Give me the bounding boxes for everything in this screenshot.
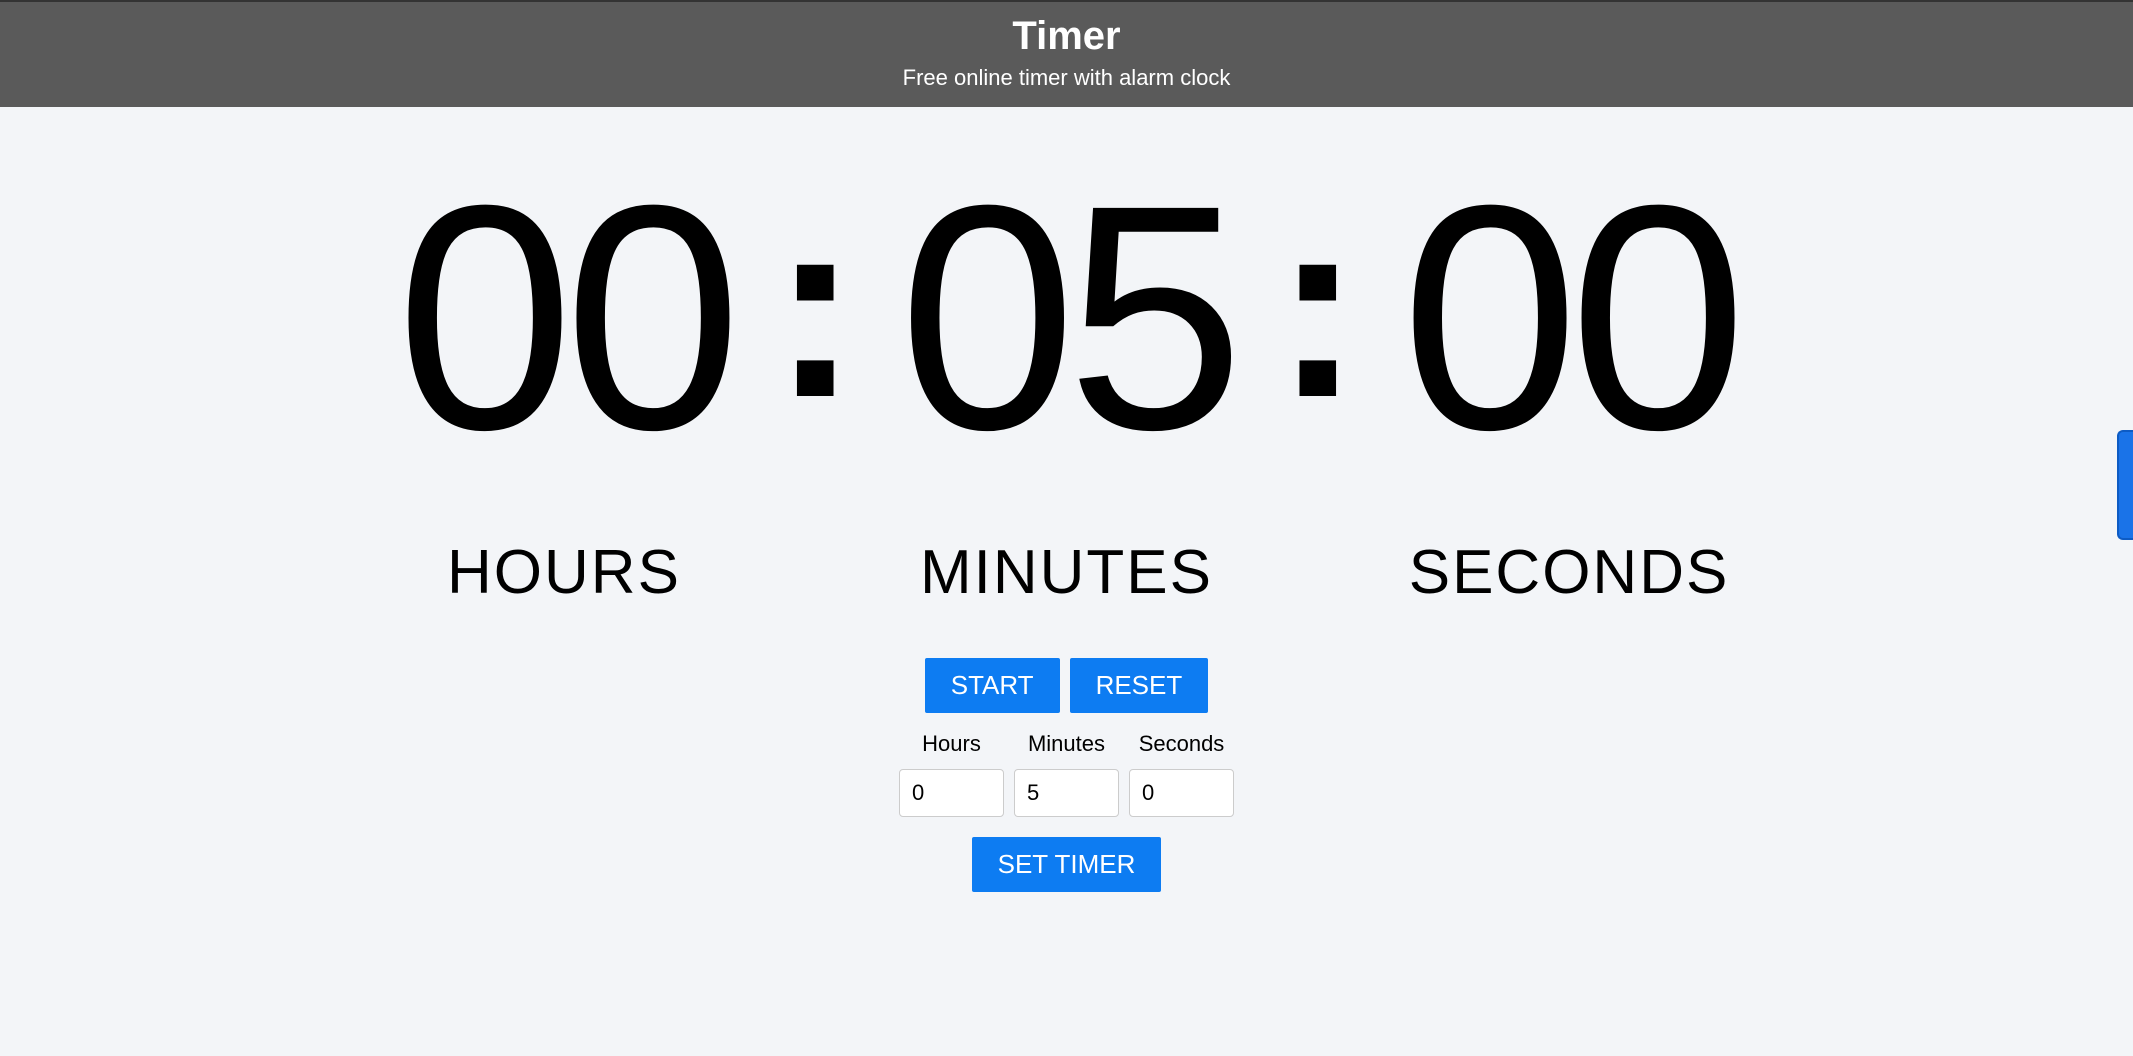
controls-panel: START RESET Hours Minutes Seconds SET TI… <box>0 658 2133 892</box>
button-row: START RESET <box>925 658 1209 713</box>
hours-value: 00 <box>396 157 732 477</box>
seconds-value: 00 <box>1401 157 1737 477</box>
minutes-value: 05 <box>899 157 1235 477</box>
seconds-input[interactable] <box>1129 769 1234 817</box>
header: Timer Free online timer with alarm clock <box>0 0 2133 107</box>
seconds-block: 00 SECONDS <box>1401 157 1737 608</box>
page-title: Timer <box>0 14 2133 59</box>
minutes-label: MINUTES <box>920 537 1213 608</box>
hours-input-label: Hours <box>899 731 1004 757</box>
feedback-tab[interactable] <box>2117 430 2133 540</box>
input-row <box>899 769 1234 817</box>
minutes-input[interactable] <box>1014 769 1119 817</box>
hours-label: HOURS <box>447 537 681 608</box>
timer-display: 00 HOURS : 05 MINUTES : 00 SECONDS <box>0 157 2133 608</box>
page-subtitle: Free online timer with alarm clock <box>0 65 2133 91</box>
seconds-input-label: Seconds <box>1129 731 1234 757</box>
reset-button[interactable]: RESET <box>1070 658 1209 713</box>
colon-separator: : <box>772 177 859 437</box>
seconds-label: SECONDS <box>1409 537 1730 608</box>
colon-separator: : <box>1274 177 1361 437</box>
hours-block: 00 HOURS <box>396 157 732 608</box>
set-timer-button[interactable]: SET TIMER <box>972 837 1162 892</box>
start-button[interactable]: START <box>925 658 1060 713</box>
input-labels-row: Hours Minutes Seconds <box>899 731 1234 757</box>
minutes-block: 05 MINUTES <box>899 157 1235 608</box>
hours-input[interactable] <box>899 769 1004 817</box>
minutes-input-label: Minutes <box>1014 731 1119 757</box>
